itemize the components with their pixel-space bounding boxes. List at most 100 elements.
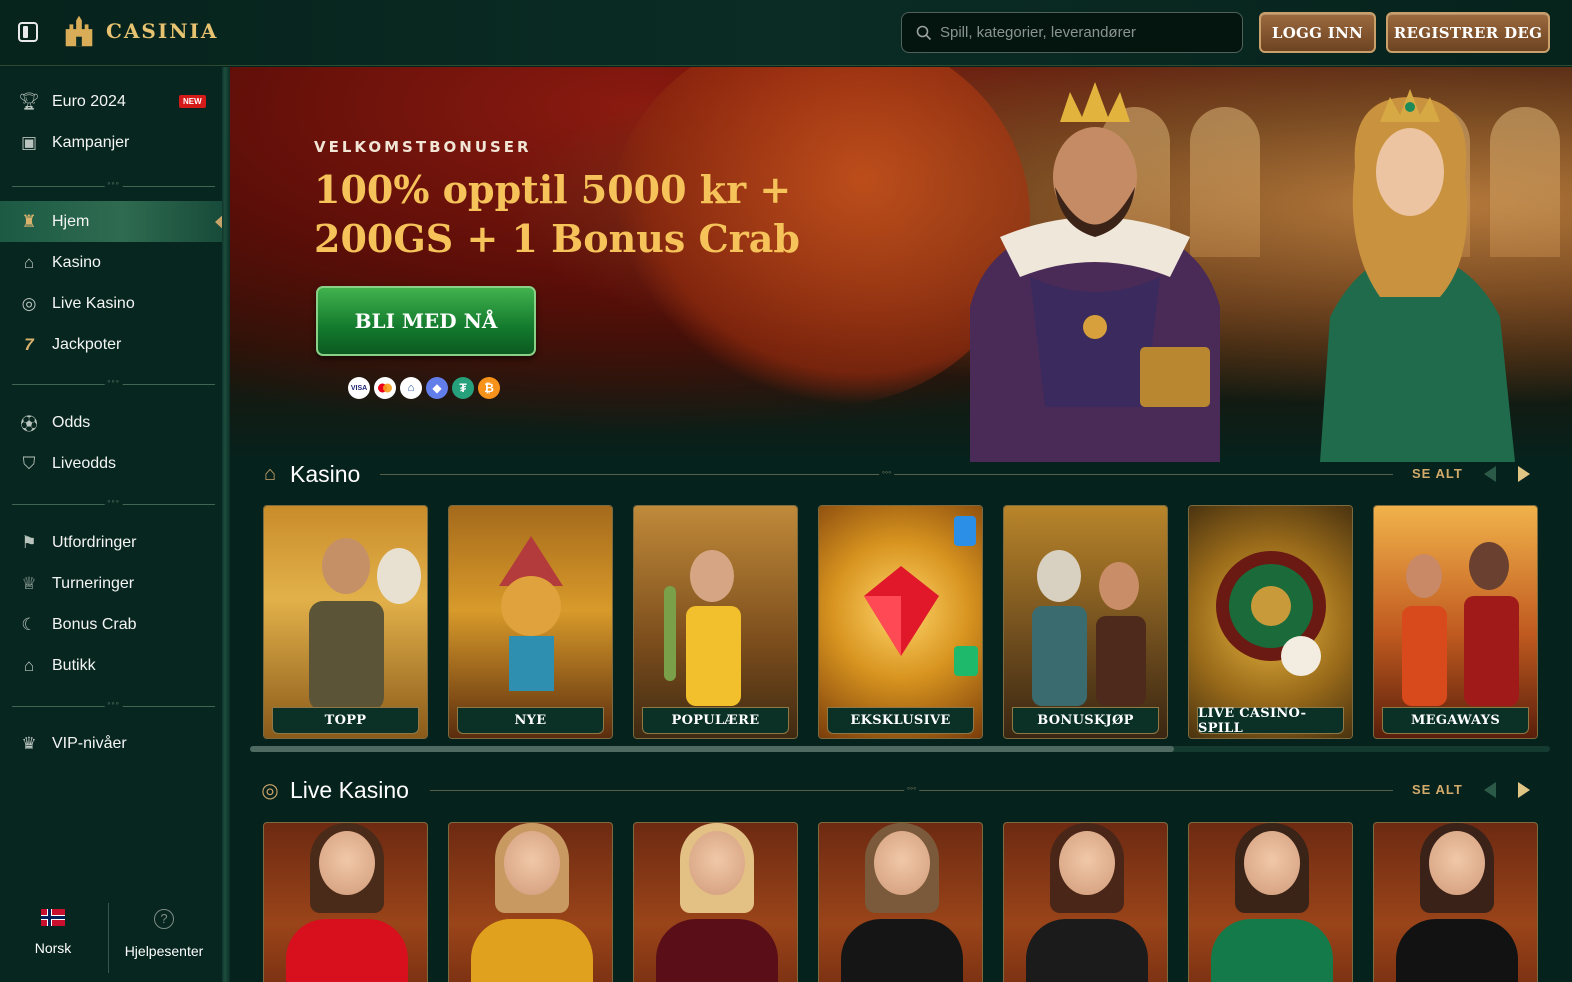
sidebar-item-hjem[interactable]: ♜ Hjem: [0, 201, 226, 242]
sidebar-item-jackpoter[interactable]: 7 Jackpoter: [0, 324, 222, 365]
category-artwork: [1189, 506, 1352, 738]
hero-title-line: 100% opptil 5000 kr +: [314, 167, 792, 212]
category-artwork: [449, 506, 612, 738]
category-card[interactable]: MEGAWAYS: [1373, 505, 1538, 739]
sidebar-divider: [12, 183, 215, 191]
castle-home-icon: ♜: [21, 211, 37, 231]
live-dealer-card[interactable]: [1003, 822, 1168, 982]
live-dealer-card[interactable]: [818, 822, 983, 982]
see-all-link[interactable]: SE ALT: [1412, 466, 1463, 481]
sidebar-item-vip[interactable]: ♛ VIP-nivåer: [0, 723, 222, 764]
sidebar-item-turneringer[interactable]: ♕ Turneringer: [0, 563, 222, 604]
register-button[interactable]: REGISTRER DEG: [1386, 12, 1550, 53]
challenge-icon: ⚑: [21, 532, 37, 552]
carousel-prev-icon[interactable]: [1484, 782, 1496, 798]
chip-icon: ◎: [261, 779, 279, 802]
footer-divider: [108, 903, 109, 973]
chip-icon: ◎: [21, 293, 37, 313]
sidebar-group-extras: ⚑ Utfordringer ♕ Turneringer ☾ Bonus Cra…: [0, 522, 222, 686]
category-card[interactable]: EKSKLUSIVE: [818, 505, 983, 739]
category-artwork: [819, 506, 982, 738]
category-label: TOPP: [272, 707, 419, 734]
sidebar-group-vip: ♛ VIP-nivåer: [0, 723, 222, 764]
dealer-face: [319, 831, 375, 895]
sidebar-item-kasino[interactable]: ⌂ Kasino: [0, 242, 222, 283]
sidebar-toggle-icon[interactable]: [18, 22, 38, 42]
sidebar-group-sports: ⚽︎ Odds ⛉ Liveodds: [0, 402, 222, 484]
crown-icon: ♛: [21, 733, 37, 753]
login-button[interactable]: LOGG INN: [1259, 12, 1376, 53]
category-card[interactable]: BONUSKJØP: [1003, 505, 1168, 739]
live-dealer-card[interactable]: [448, 822, 613, 982]
sidebar-divider: [12, 703, 215, 711]
sidebar-item-label: Butikk: [52, 656, 96, 674]
app-root: CASINIA LOGG INN REGISTRER DEG 🏆︎ Euro 2…: [0, 0, 1572, 982]
category-illustration: [1216, 551, 1326, 676]
live-dealer-card[interactable]: [263, 822, 428, 982]
see-all-link[interactable]: SE ALT: [1412, 782, 1463, 797]
logo[interactable]: CASINIA: [60, 12, 218, 50]
casino-building-icon: ⌂: [23, 252, 35, 272]
category-card[interactable]: LIVE CASINO-SPILL: [1188, 505, 1353, 739]
dealer-face: [689, 831, 745, 895]
category-card[interactable]: NYE: [448, 505, 613, 739]
category-card[interactable]: POPULÆRE: [633, 505, 798, 739]
category-card[interactable]: TOPP: [263, 505, 428, 739]
scrollbar-thumb[interactable]: [250, 746, 1174, 752]
sidebar-group-main: ♜ Hjem ⌂ Kasino ◎ Live Kasino 7 Jackpote…: [0, 201, 226, 365]
sidebar-item-liveodds[interactable]: ⛉ Liveodds: [0, 443, 222, 484]
sidebar-item-live-kasino[interactable]: ◎ Live Kasino: [0, 283, 222, 324]
horizontal-scrollbar[interactable]: [250, 746, 1550, 752]
sidebar-item-utfordringer[interactable]: ⚑ Utfordringer: [0, 522, 222, 563]
kasino-section-header: ⌂ Kasino: [258, 459, 360, 489]
live-dealer-card[interactable]: [1188, 822, 1353, 982]
sidebar-item-bonus-crab[interactable]: ☾ Bonus Crab: [0, 604, 222, 645]
help-center-link[interactable]: ? Hjelpesenter: [118, 909, 210, 959]
tether-icon: ₮: [452, 377, 474, 399]
sidebar-item-odds[interactable]: ⚽︎ Odds: [0, 402, 222, 443]
category-artwork: [1004, 506, 1167, 738]
ethereum-icon: ◆: [426, 377, 448, 399]
castle-logo-icon: [65, 15, 93, 47]
category-illustration: [1032, 550, 1146, 706]
sidebar-divider: [12, 501, 215, 509]
sidebar-footer: Norsk ? Hjelpesenter: [0, 897, 222, 982]
hero-illustration: [930, 77, 1570, 462]
category-artwork: [1374, 506, 1537, 738]
payment-methods: VISA ⌂ ◆ ₮ ₿: [348, 377, 500, 399]
trophy-icon: 🏆︎: [18, 91, 40, 111]
language-selector[interactable]: Norsk: [20, 909, 86, 956]
sidebar-item-kampanjer[interactable]: ▣ Kampanjer: [0, 122, 222, 163]
sidebar-item-butikk[interactable]: ⌂ Butikk: [0, 645, 222, 686]
logo-text: CASINIA: [106, 19, 219, 43]
sidebar-item-label: VIP-nivåer: [52, 734, 127, 752]
carousel-next-icon[interactable]: [1518, 782, 1530, 798]
dealer-face: [1429, 831, 1485, 895]
category-label: LIVE CASINO-SPILL: [1197, 706, 1344, 736]
live-dealer-card[interactable]: [633, 822, 798, 982]
top-header: CASINIA LOGG INN REGISTRER DEG: [0, 0, 1572, 66]
carousel-next-icon[interactable]: [1518, 466, 1530, 482]
category-label: POPULÆRE: [642, 707, 789, 734]
bank-icon: ⌂: [400, 377, 422, 399]
dealer-outfit: [1026, 919, 1148, 982]
category-illustration: [1402, 542, 1519, 706]
dealer-outfit: [471, 919, 593, 982]
sidebar-item-euro2024[interactable]: 🏆︎ Euro 2024 NEW: [0, 81, 222, 122]
dealer-face: [1244, 831, 1300, 895]
search-input[interactable]: [940, 24, 1220, 41]
search-box[interactable]: [901, 12, 1243, 53]
join-now-button[interactable]: BLI MED NÅ: [316, 286, 536, 356]
sidebar-item-label: Liveodds: [52, 454, 117, 472]
live-dealer-card[interactable]: [1373, 822, 1538, 982]
dealer-face: [504, 831, 560, 895]
carousel-prev-icon[interactable]: [1484, 466, 1496, 482]
category-illustration: [864, 516, 978, 676]
section-title: Kasino: [290, 460, 361, 487]
category-artwork: [634, 506, 797, 738]
dealer-outfit: [841, 919, 963, 982]
norway-flag-icon: [41, 909, 65, 926]
category-illustration: [664, 550, 741, 706]
sidebar-item-label: Kampanjer: [52, 133, 130, 151]
sidebar-item-label: Euro 2024: [52, 92, 126, 110]
